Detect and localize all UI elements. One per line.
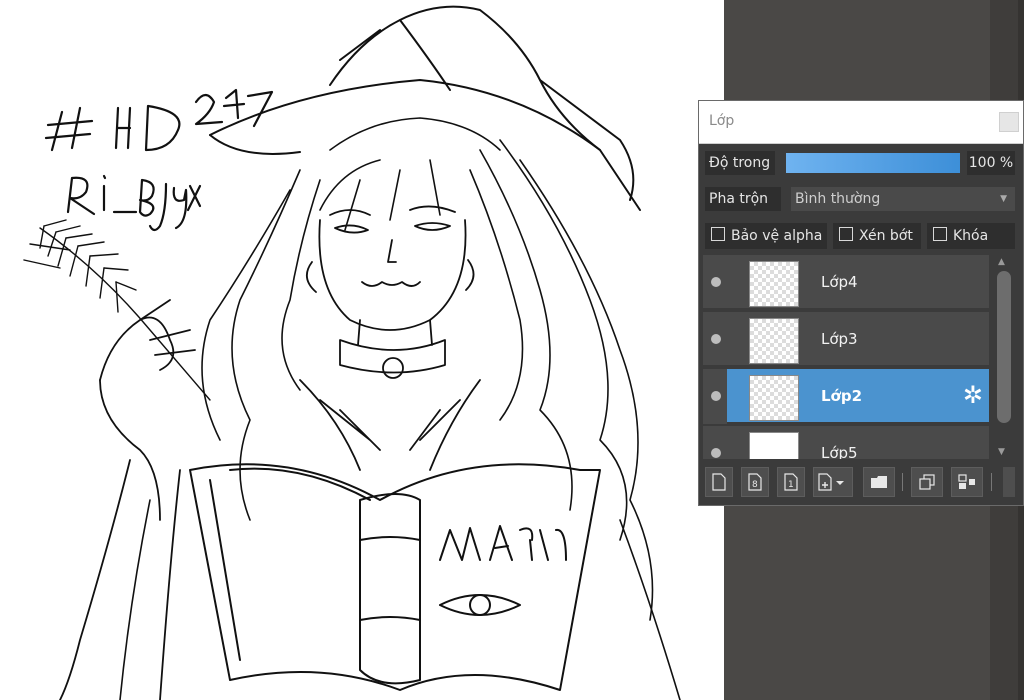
- scrollbar-thumb[interactable]: [997, 271, 1011, 423]
- scroll-up-icon[interactable]: ▲: [998, 257, 1005, 267]
- layer-panel: Lớp Độ trong 100 % Pha trộn Bình thường …: [698, 100, 1024, 506]
- blend-mode-select[interactable]: Bình thường ▼: [791, 187, 1015, 211]
- svg-text:1: 1: [788, 480, 794, 490]
- layer-row-lop2-selected[interactable]: Lớp2 ✲: [711, 369, 989, 424]
- quill-feather: [23, 219, 211, 401]
- clipping-checkbox[interactable]: Xén bớt: [833, 223, 921, 249]
- layer-row-lop4[interactable]: Lớp4: [703, 255, 989, 310]
- layer-name: Lớp3: [821, 330, 858, 348]
- body: [119, 499, 681, 700]
- magic-book: [189, 463, 601, 691]
- layer-thumbnail: [749, 261, 799, 307]
- close-icon[interactable]: [999, 112, 1019, 132]
- toolbar-separator: [902, 473, 903, 491]
- chevron-down-icon: ▼: [1000, 194, 1007, 204]
- collar: [299, 319, 481, 471]
- checkbox-box[interactable]: [711, 227, 725, 241]
- layer-thumbnail: [749, 432, 799, 459]
- protect-alpha-checkbox[interactable]: Bảo vệ alpha: [705, 223, 827, 249]
- layer-name: Lớp2: [821, 387, 863, 405]
- duplicate-layer-icon[interactable]: [911, 467, 943, 497]
- panel-title: Lớp: [709, 113, 735, 129]
- opacity-value[interactable]: 100 %: [967, 151, 1015, 175]
- layer-row-lop3[interactable]: Lớp3: [703, 312, 989, 367]
- opacity-label: Độ trong: [705, 151, 775, 175]
- layer-list: Lớp4 Lớp3 Lớp2 ✲ Lớp5: [703, 255, 989, 459]
- checkbox-box[interactable]: [933, 227, 947, 241]
- layer-list-scrollbar[interactable]: ▲ ▼: [993, 255, 1015, 459]
- svg-text:8: 8: [752, 480, 758, 490]
- checkbox-box[interactable]: [839, 227, 853, 241]
- merge-layer-icon[interactable]: [951, 467, 983, 497]
- handwritten-signature: [44, 88, 274, 232]
- layer-thumbnail: [749, 318, 799, 364]
- protect-alpha-label: Bảo vệ alpha: [731, 228, 823, 244]
- drawing-canvas[interactable]: [0, 0, 724, 700]
- new-1bit-layer-icon[interactable]: 1: [777, 467, 805, 497]
- lock-label: Khóa: [953, 228, 989, 244]
- blend-mode-label: Pha trộn: [705, 187, 781, 211]
- new-layer-icon[interactable]: [705, 467, 733, 497]
- visibility-eye-icon[interactable]: [711, 334, 721, 344]
- lock-checkbox[interactable]: Khóa: [927, 223, 1015, 249]
- visibility-eye-icon[interactable]: [711, 277, 721, 287]
- line-art: [23, 5, 681, 700]
- layer-name: Lớp5: [821, 444, 858, 459]
- new-8bit-layer-icon[interactable]: 8: [741, 467, 769, 497]
- toolbar-separator: [991, 473, 992, 491]
- panel-titlebar[interactable]: Lớp: [699, 101, 1023, 144]
- layer-thumbnail: [749, 375, 799, 421]
- clipping-label: Xén bớt: [859, 228, 913, 244]
- layer-name: Lớp4: [821, 273, 858, 291]
- scroll-down-icon[interactable]: ▼: [998, 447, 1005, 457]
- visibility-eye-icon[interactable]: [711, 391, 721, 401]
- layer-toolbar: 8 1: [703, 465, 1019, 499]
- layer-row-lop5[interactable]: Lớp5: [703, 426, 989, 459]
- add-layer-dropdown-icon[interactable]: [813, 467, 853, 497]
- toolbar-overflow[interactable]: [1003, 467, 1015, 497]
- blend-mode-value: Bình thường: [795, 191, 881, 207]
- gear-icon[interactable]: ✲: [963, 383, 983, 407]
- witch-hat: [209, 5, 641, 211]
- folder-icon[interactable]: [863, 467, 895, 497]
- face: [306, 205, 475, 331]
- opacity-slider[interactable]: [786, 153, 960, 173]
- visibility-eye-icon[interactable]: [711, 448, 721, 458]
